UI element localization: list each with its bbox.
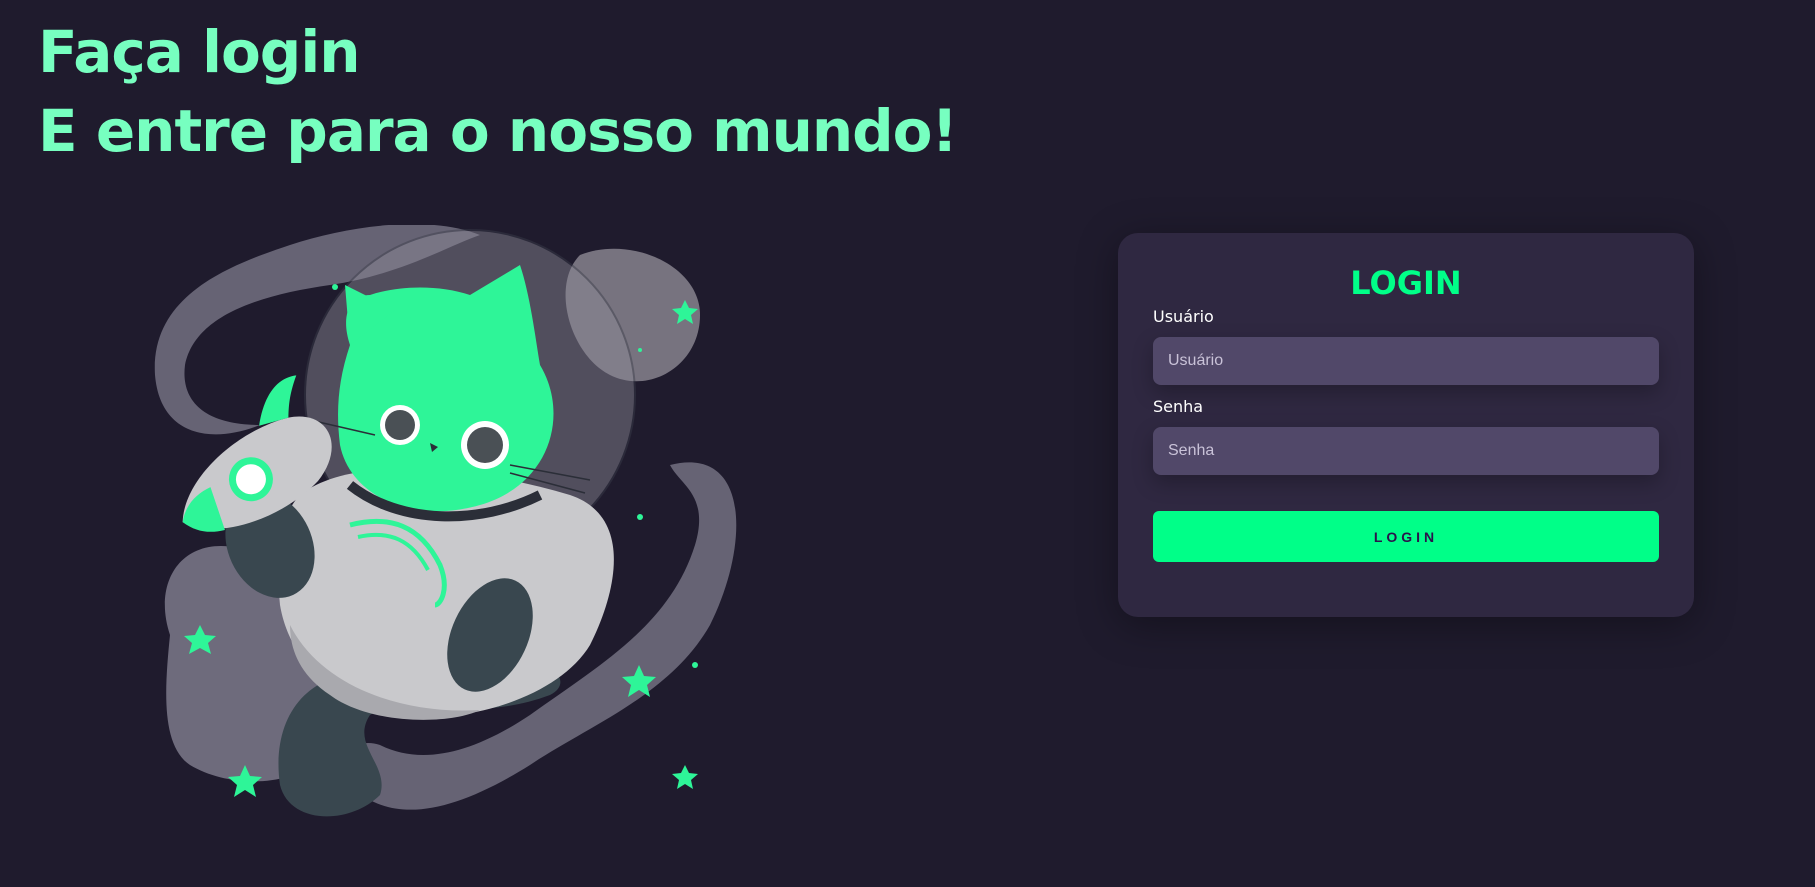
astronaut-cat-illustration <box>154 225 737 817</box>
password-label: Senha <box>1153 397 1204 416</box>
password-input[interactable] <box>1153 427 1659 475</box>
login-card: LOGIN Usuário Senha LOGIN <box>1118 233 1694 617</box>
login-page: Faça login E entre para o nosso mundo! L… <box>0 0 1815 887</box>
headline-title: Faça login <box>38 18 360 86</box>
login-button[interactable]: LOGIN <box>1153 511 1659 562</box>
username-input[interactable] <box>1153 337 1659 385</box>
headline-subtitle: E entre para o nosso mundo! <box>38 97 958 165</box>
star-4 <box>672 765 698 789</box>
username-label: Usuário <box>1153 307 1214 326</box>
login-title: LOGIN <box>1350 264 1462 302</box>
